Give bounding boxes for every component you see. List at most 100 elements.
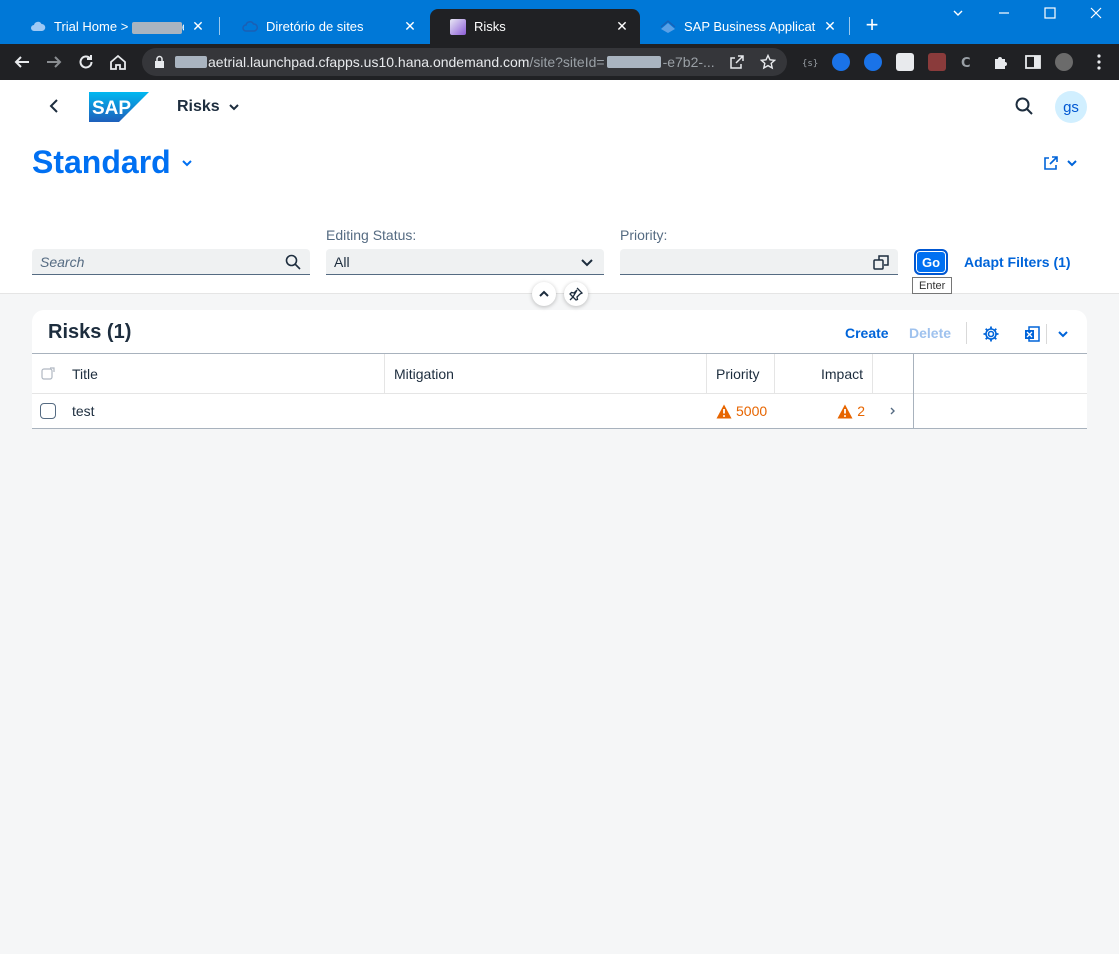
url-path: /site?siteId=	[529, 54, 605, 70]
user-avatar[interactable]: gs	[1055, 91, 1087, 123]
cell-mitigation	[394, 394, 707, 428]
tab-label: SAP Business Application St	[684, 19, 816, 34]
value-help-icon[interactable]	[872, 253, 890, 271]
search-input[interactable]	[40, 253, 284, 270]
kebab-menu-icon[interactable]	[1090, 53, 1108, 71]
redaction-mask	[131, 21, 182, 34]
table-header-row: Title Mitigation Priority Impact	[32, 353, 1087, 394]
profile-extension-icon[interactable]	[864, 53, 882, 71]
avatar-extension-icon[interactable]	[928, 53, 946, 71]
forward-arrow-icon[interactable]	[42, 50, 66, 74]
redaction-mask	[175, 56, 207, 68]
row-checkbox[interactable]	[40, 394, 56, 428]
select-all-icon[interactable]	[32, 354, 64, 394]
screenshot-extension-icon[interactable]	[896, 53, 914, 71]
editing-status-value: All	[334, 253, 350, 270]
app-favicon-icon	[450, 18, 466, 35]
share-icon[interactable]	[729, 54, 745, 70]
toolbar-separator	[966, 322, 967, 344]
tab-label: Trial Home >	[54, 19, 132, 34]
address-bar[interactable]: aetrial.launchpad.cfapps.us10.hana.ondem…	[142, 48, 787, 76]
delete-button[interactable]: Delete	[909, 325, 951, 341]
cell-title: test	[72, 403, 95, 419]
variant-management[interactable]: Standard	[32, 144, 193, 181]
chevron-up-icon	[538, 288, 550, 300]
chevron-down-icon	[181, 157, 193, 169]
browser-tab-strip: Trial Home > etrial ✕ Diretório de sites…	[0, 0, 1119, 44]
table-row[interactable]: test 5000 2	[32, 394, 1087, 429]
close-icon[interactable]: ✕	[190, 18, 206, 35]
redaction-mask	[606, 56, 661, 68]
tab-separator	[219, 17, 220, 35]
editing-status-select[interactable]: All	[326, 249, 604, 275]
browser-tab-sap-bas[interactable]: SAP Business Application St ✕	[640, 9, 848, 44]
new-tab-button[interactable]: +	[862, 14, 882, 36]
close-icon[interactable]: ✕	[614, 18, 630, 35]
settings-gear-icon[interactable]	[981, 324, 1001, 344]
table-end-border	[913, 353, 914, 429]
cell-impact: 2	[775, 394, 865, 428]
column-header-priority[interactable]: Priority	[707, 354, 775, 394]
column-header-impact[interactable]: Impact	[775, 354, 873, 394]
priority-label: Priority:	[620, 227, 668, 243]
window-close-icon[interactable]	[1081, 6, 1111, 22]
column-header-mitigation[interactable]: Mitigation	[385, 354, 707, 394]
editing-status-label: Editing Status:	[326, 227, 417, 243]
share-icon	[1042, 154, 1060, 172]
url-host: aetrial.launchpad.cfapps.us10.hana.ondem…	[208, 54, 530, 70]
search-icon[interactable]	[284, 253, 302, 271]
pin-header-button[interactable]	[564, 282, 588, 306]
risks-table-card: Risks (1) Create Delete Title Mitigation…	[32, 310, 1087, 429]
back-icon[interactable]	[44, 96, 64, 116]
bas-icon	[660, 19, 676, 35]
maximize-icon[interactable]	[1035, 6, 1065, 22]
svg-text:{s}: {s}	[802, 59, 818, 69]
chevron-down-icon[interactable]	[1053, 324, 1073, 344]
priority-field[interactable]	[620, 249, 898, 275]
sidepanel-icon[interactable]	[1024, 53, 1042, 71]
puzzle-extensions-icon[interactable]	[992, 53, 1010, 71]
create-button[interactable]: Create	[845, 325, 889, 341]
pin-icon	[569, 287, 583, 301]
search-field[interactable]	[32, 249, 310, 275]
reload-icon[interactable]	[74, 50, 98, 74]
priority-value: 5000	[736, 403, 768, 419]
cloud-icon	[30, 19, 46, 35]
close-icon[interactable]: ✕	[822, 18, 838, 35]
column-header-title[interactable]: Title	[64, 354, 385, 394]
table-title: Risks (1)	[48, 321, 132, 343]
go-tooltip: Enter	[912, 277, 953, 294]
warning-triangle-icon	[716, 404, 732, 419]
cloud-outline-icon	[242, 19, 258, 35]
browser-toolbar: aetrial.launchpad.cfapps.us10.hana.ondem…	[0, 44, 1119, 80]
svg-text:SAP: SAP	[92, 98, 131, 119]
app-title: Risks	[177, 98, 220, 115]
browser-tab-risks[interactable]: Risks ✕	[430, 9, 640, 44]
variant-title: Standard	[32, 144, 171, 180]
back-arrow-icon[interactable]	[10, 50, 34, 74]
chevron-down-icon	[578, 253, 596, 271]
browser-profile-avatar[interactable]	[1055, 53, 1073, 71]
code-extension-icon[interactable]: C	[960, 53, 978, 71]
app-title-menu[interactable]: Risks	[177, 98, 240, 116]
share-menu-button[interactable]	[1042, 154, 1078, 172]
close-icon[interactable]: ✕	[402, 18, 418, 35]
sap-logo[interactable]: SAP	[89, 92, 149, 122]
minimize-icon[interactable]	[989, 6, 1019, 22]
bookmark-star-icon[interactable]	[760, 54, 776, 70]
go-button[interactable]: Go	[914, 249, 948, 275]
tab-separator	[849, 17, 850, 35]
browser-tab-trial-home[interactable]: Trial Home > etrial ✕	[10, 9, 216, 44]
export-excel-icon[interactable]	[1022, 324, 1042, 344]
tab-search-icon[interactable]	[943, 6, 973, 22]
row-navigation-icon[interactable]	[883, 394, 903, 428]
tab-label-suffix: etrial	[182, 19, 184, 34]
adapt-filters-button[interactable]: Adapt Filters (1)	[964, 254, 1071, 270]
json-extension-icon[interactable]: {s}	[800, 53, 818, 71]
edge-extension-icon[interactable]	[832, 53, 850, 71]
checkbox[interactable]	[40, 403, 56, 419]
home-icon[interactable]	[106, 50, 130, 74]
search-icon[interactable]	[1014, 96, 1036, 118]
browser-tab-diretorio[interactable]: Diretório de sites ✕	[222, 9, 428, 44]
collapse-header-button[interactable]	[532, 282, 556, 306]
